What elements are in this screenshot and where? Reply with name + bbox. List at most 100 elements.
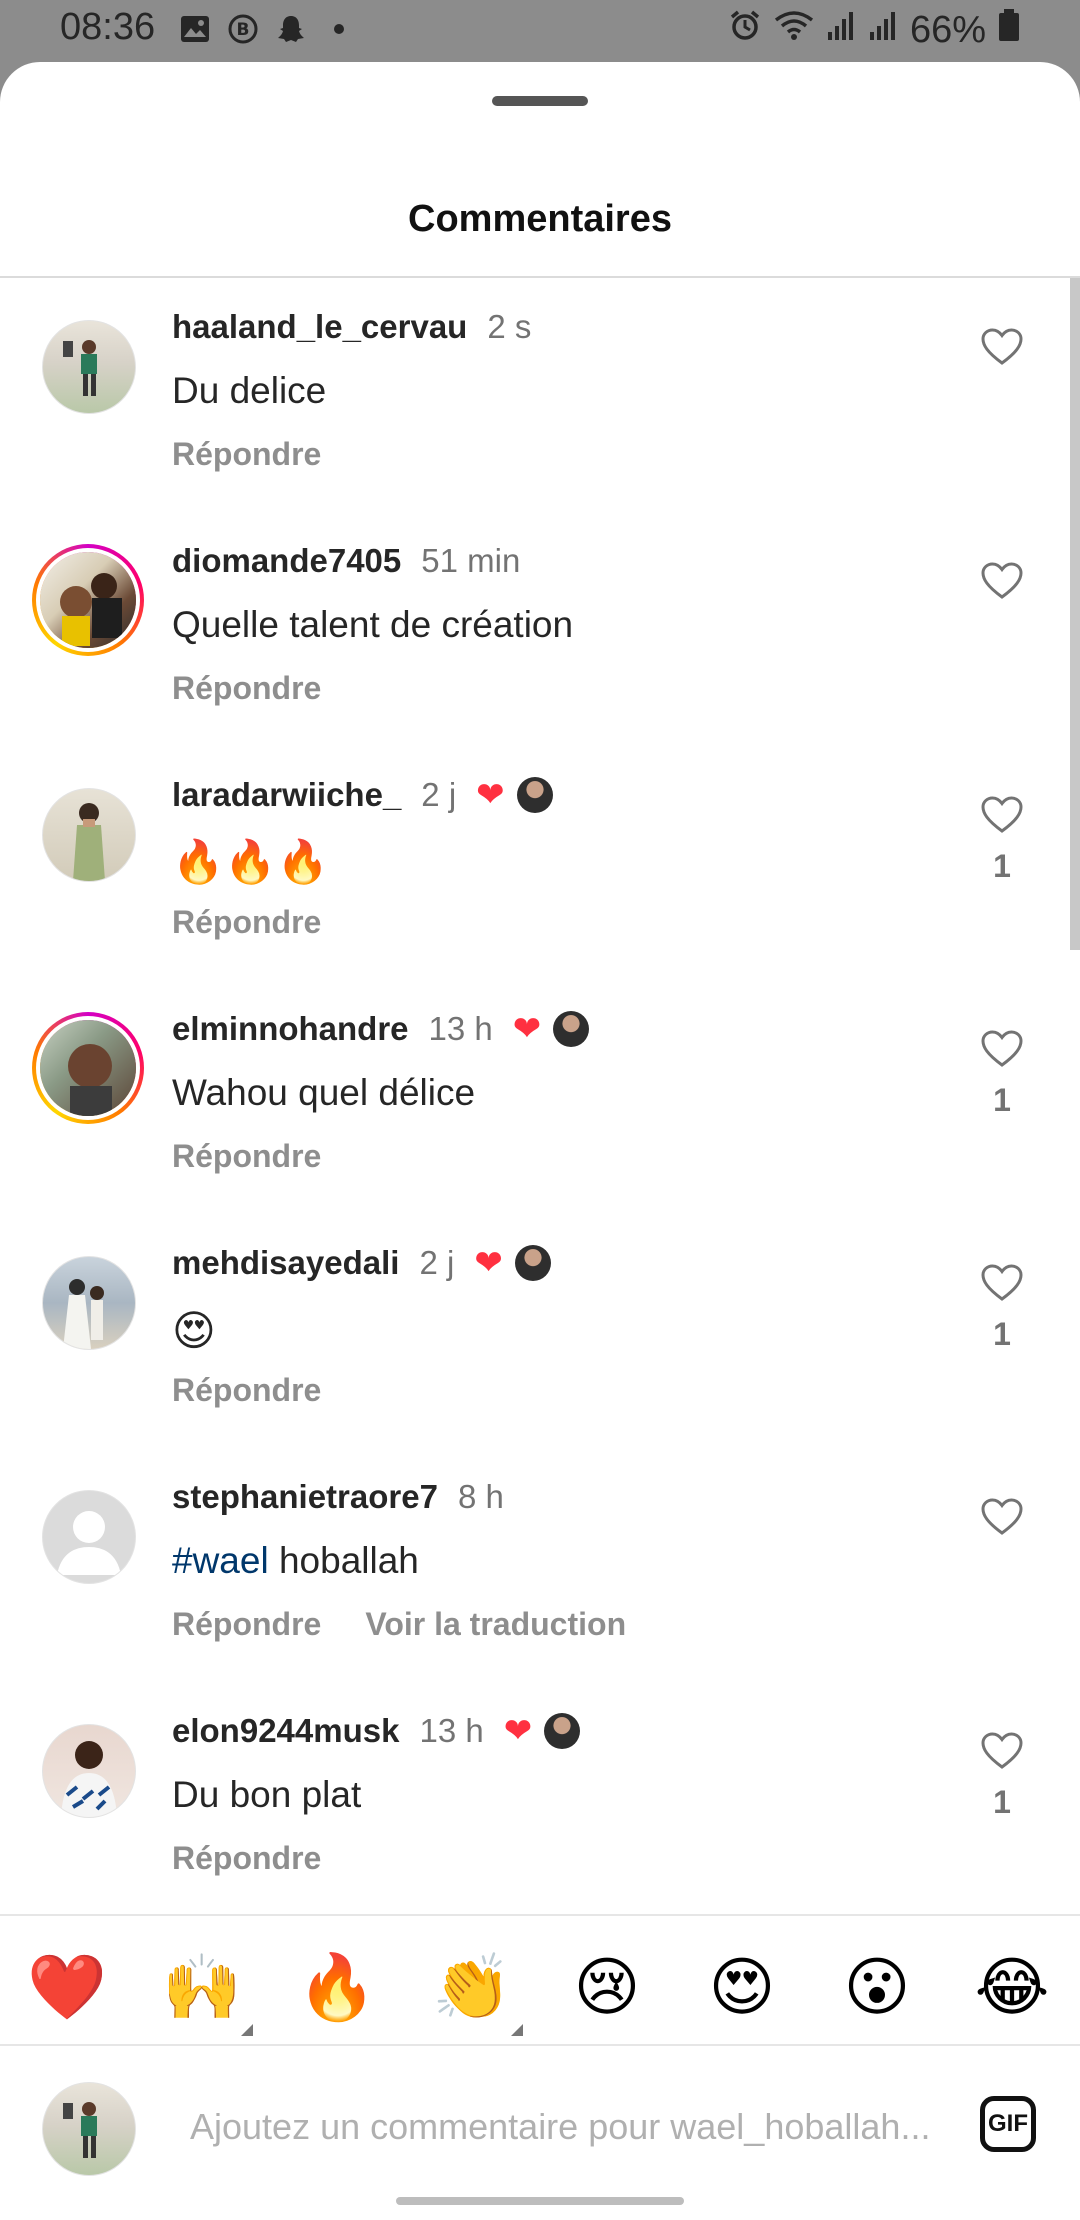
heart-outline-icon[interactable] <box>981 796 1023 834</box>
comment-header: diomande7405 51 min <box>172 542 520 580</box>
reply-button[interactable]: Répondre <box>172 1372 321 1409</box>
like-count: 1 <box>993 1784 1011 1820</box>
comment-actions: Répondre <box>172 904 321 941</box>
comment-like[interactable]: 1 <box>980 1030 1024 1119</box>
comment-actions: Répondre <box>172 670 321 707</box>
heart-outline-icon[interactable] <box>981 562 1023 600</box>
comment-like[interactable]: 1 <box>980 1264 1024 1353</box>
heart-outline-icon[interactable] <box>981 328 1023 366</box>
reply-button[interactable]: Répondre <box>172 670 321 707</box>
emoji-bar-divider <box>0 1914 1080 1916</box>
heart-outline-icon[interactable] <box>981 1264 1023 1302</box>
comment-item: laradarwiiche_ 2 j ❤ 🔥🔥🔥 Répondre 1 <box>0 746 1080 980</box>
heart-outline-icon[interactable] <box>981 1732 1023 1770</box>
comment-time: 8 h <box>457 1478 504 1515</box>
sheet-title: Commentaires <box>408 198 672 240</box>
notification-icons: B <box>178 12 356 46</box>
comment-text: 🔥🔥🔥 <box>172 838 329 885</box>
liked-by-author-heart-icon: ❤ <box>512 1010 542 1048</box>
hashtag-link[interactable]: #wael <box>172 1540 269 1581</box>
comment-item: elon9244musk 13 h ❤ Du bon plat Répondre… <box>0 1682 1080 1916</box>
comment-text: Du delice <box>172 370 327 411</box>
like-count: 1 <box>993 848 1011 884</box>
avatar[interactable] <box>40 1254 136 1350</box>
status-time: 08:36 <box>60 6 156 48</box>
comment-actions: Répondre <box>172 1372 321 1409</box>
gallery-icon <box>178 12 212 46</box>
like-count: 1 <box>993 1316 1011 1352</box>
emoji-surprised[interactable]: 😮 <box>832 1942 922 2032</box>
comment-text-rest: hoballah <box>268 1540 419 1581</box>
battery-percent: 66% <box>909 8 986 51</box>
emoji-tears-of-joy[interactable]: 😂 <box>967 1942 1057 2032</box>
comment-header: elon9244musk 13 h ❤ <box>172 1712 581 1750</box>
comment-username[interactable]: haaland_le_cervau <box>172 308 467 346</box>
comment-composer: Ajoutez un commentaire pour wael_hoballa… <box>0 2048 1080 2220</box>
comment-username[interactable]: elminnohandre <box>172 1010 409 1048</box>
reply-button[interactable]: Répondre <box>172 1840 321 1877</box>
comment-actions: Répondre <box>172 1138 321 1175</box>
emoji-clapping-hands-glyph: 👏 <box>432 1951 512 2023</box>
avatar-story-ring[interactable] <box>32 1012 144 1124</box>
liked-by-author-heart-icon: ❤ <box>503 1712 533 1750</box>
comment-like[interactable] <box>980 1498 1024 1550</box>
emoji-heart-eyes[interactable]: 😍 <box>697 1942 787 2032</box>
comment-text: Quelle talent de création <box>172 604 574 645</box>
emoji-raising-hands[interactable]: 🙌 <box>157 1942 253 2036</box>
comment-time: 51 min <box>421 542 521 579</box>
comment-like[interactable]: 1 <box>980 796 1024 885</box>
comment-header: mehdisayedali 2 j ❤ <box>172 1244 551 1282</box>
comment-item: haaland_le_cervau 2 s Du delice Répondre <box>0 278 1080 512</box>
comment-like[interactable] <box>980 328 1024 380</box>
comment-time: 2 j <box>419 1244 455 1281</box>
reply-button[interactable]: Répondre <box>172 1138 321 1175</box>
avatar[interactable] <box>40 1722 136 1818</box>
comment-input[interactable]: Ajoutez un commentaire pour wael_hoballa… <box>190 2106 940 2148</box>
comment-username[interactable]: stephanietraore7 <box>172 1478 438 1516</box>
reply-button[interactable]: Répondre <box>172 436 321 473</box>
snapchat-icon <box>274 12 308 46</box>
reply-button[interactable]: Répondre <box>172 1606 321 1643</box>
svg-text:B: B <box>237 20 250 40</box>
skin-tone-indicator-icon <box>511 2024 523 2036</box>
avatar[interactable] <box>40 1488 136 1584</box>
wifi-icon <box>774 9 814 52</box>
comment-username[interactable]: mehdisayedali <box>172 1244 399 1282</box>
emoji-crying[interactable]: 😢 <box>562 1942 652 2032</box>
status-bar: 08:36 B 66% <box>0 0 1080 62</box>
comment-username[interactable]: diomande7405 <box>172 542 401 580</box>
author-mini-avatar <box>544 1713 581 1749</box>
emoji-fire[interactable]: 🔥 <box>292 1942 382 2032</box>
emoji-clapping-hands[interactable]: 👏 <box>427 1942 523 2036</box>
gif-button[interactable]: GIF <box>980 2096 1036 2152</box>
comment-actions: Répondre <box>172 1840 321 1877</box>
more-notifications-dot-icon <box>322 12 356 46</box>
avatar[interactable] <box>40 786 136 882</box>
author-mini-avatar <box>516 777 553 813</box>
heart-outline-icon[interactable] <box>981 1498 1023 1536</box>
comment-username[interactable]: laradarwiiche_ <box>172 776 401 814</box>
signal-1-icon <box>826 9 856 52</box>
comment-like[interactable]: 1 <box>980 1732 1024 1821</box>
comment-username[interactable]: elon9244musk <box>172 1712 399 1750</box>
comment-item: diomande7405 51 min Quelle talent de cré… <box>0 512 1080 746</box>
comment-text: Wahou quel délice <box>172 1072 476 1113</box>
sheet-grabber[interactable] <box>492 96 588 106</box>
signal-2-icon <box>868 9 898 52</box>
avatar-story-ring[interactable] <box>32 544 144 656</box>
home-indicator[interactable] <box>396 2197 684 2205</box>
heart-outline-icon[interactable] <box>981 1030 1023 1068</box>
default-avatar-icon <box>57 1511 121 1575</box>
comment-time: 2 j <box>421 776 457 813</box>
comment-like[interactable] <box>980 562 1024 614</box>
comment-item: elminnohandre 13 h ❤ Wahou quel délice R… <box>0 980 1080 1214</box>
see-translation-button[interactable]: Voir la traduction <box>365 1606 626 1643</box>
emoji-heart[interactable]: ❤️ <box>22 1942 112 2032</box>
like-count: 1 <box>993 1082 1011 1118</box>
comment-actions: Répondre <box>172 436 321 473</box>
liked-by-author-heart-icon: ❤ <box>474 1244 503 1282</box>
author-mini-avatar <box>553 1011 590 1047</box>
reply-button[interactable]: Répondre <box>172 904 321 941</box>
current-user-avatar <box>40 2080 136 2176</box>
avatar[interactable] <box>40 318 136 414</box>
